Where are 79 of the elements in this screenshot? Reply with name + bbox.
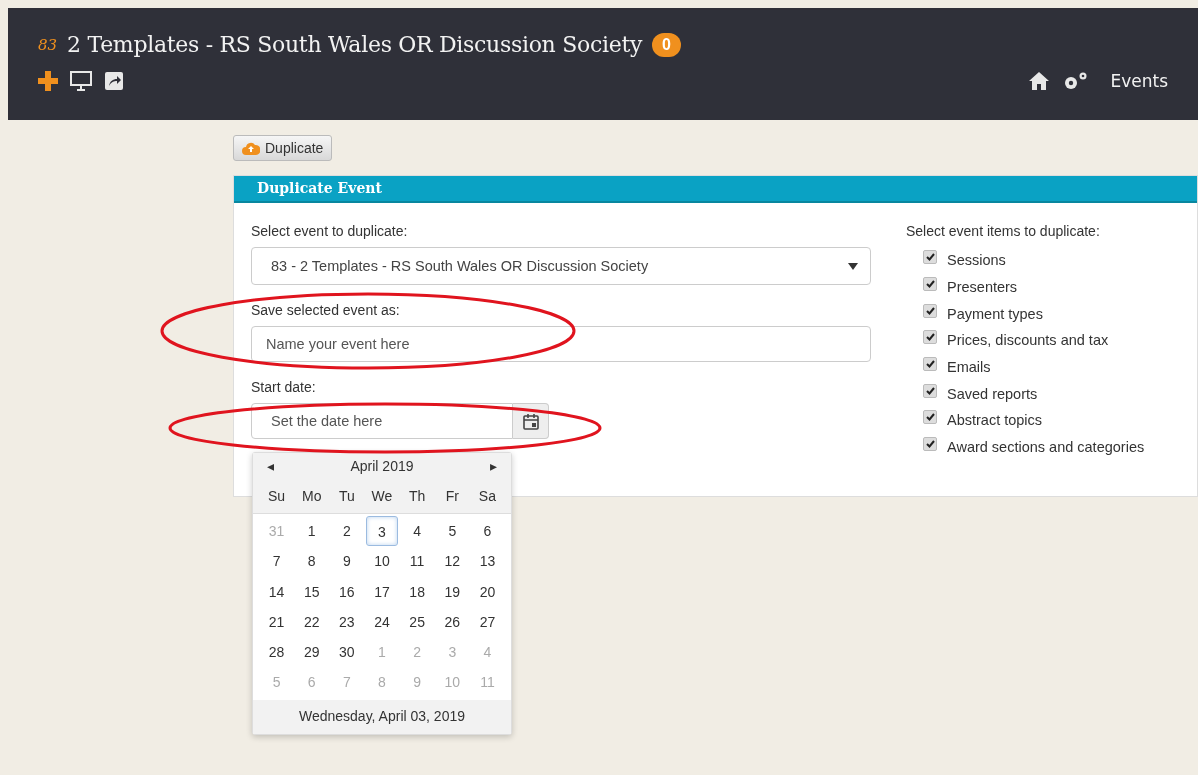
weekday-label: Fr — [444, 488, 460, 504]
calendar-day[interactable]: 11 — [401, 546, 433, 577]
calendar-day[interactable]: 28 — [261, 637, 293, 668]
weekday-label: We — [370, 488, 394, 504]
weekday-label: Sa — [477, 488, 497, 504]
weekday-label: Mo — [301, 488, 323, 504]
checkbox-label: Prices, discounts and tax — [947, 332, 1109, 349]
home-icon[interactable] — [1028, 71, 1051, 91]
event-title: 2 Templates - RS South Wales OR Discussion Society — [67, 32, 643, 57]
checkbox-label: Payment types — [947, 305, 1043, 322]
calendar-day[interactable]: 25 — [401, 606, 433, 638]
calendar-day[interactable]: 5 — [436, 516, 468, 547]
event-select[interactable]: 83 - 2 Templates - RS South Wales OR Discussion Society — [251, 247, 871, 285]
calendar-day[interactable]: 13 — [471, 546, 503, 577]
weekday-label: Su — [267, 488, 287, 504]
calendar-day[interactable]: 9 — [331, 546, 363, 577]
calendar-day[interactable]: 22 — [296, 606, 328, 638]
checkbox-label: Sessions — [947, 252, 1006, 269]
calendar-day[interactable]: 3 — [366, 516, 398, 547]
items-label: Select event items to duplicate: — [906, 223, 1101, 239]
weekday-label: Th — [407, 488, 427, 504]
calendar-button[interactable] — [513, 403, 549, 439]
field-label: Save selected event as: — [251, 302, 401, 318]
previous-month-button[interactable]: ◂ — [267, 458, 274, 474]
checkbox[interactable] — [923, 410, 937, 425]
checkbox[interactable] — [923, 303, 937, 318]
events-link[interactable]: Events — [1110, 71, 1168, 91]
calendar-day[interactable]: 29 — [296, 637, 328, 668]
calendar-day[interactable]: 12 — [436, 546, 468, 577]
calendar-day[interactable]: 20 — [471, 576, 503, 607]
calendar-day[interactable]: 4 — [401, 516, 433, 547]
checkbox-label: Emails — [947, 359, 991, 376]
weekday-label: Tu — [337, 488, 356, 504]
calendar-day[interactable]: 17 — [366, 576, 398, 607]
month-title[interactable]: April 2019 — [350, 458, 414, 474]
checkbox[interactable] — [923, 277, 937, 292]
checkbox[interactable] — [923, 250, 937, 265]
add-icon[interactable] — [38, 71, 58, 91]
checkbox-label: Award sections and categories — [947, 439, 1145, 456]
duplicate-button[interactable]: Duplicate — [233, 135, 333, 161]
checkbox-label: Saved reports — [947, 385, 1038, 402]
field-label: Select event to duplicate: — [251, 223, 409, 239]
panel-title: Duplicate Event — [257, 180, 382, 196]
calendar-icon — [522, 412, 539, 430]
calendar-day[interactable]: 7 — [261, 546, 293, 577]
calendar-day[interactable]: 19 — [436, 576, 468, 607]
calendar-day[interactable]: 6 — [471, 516, 503, 547]
calendar-day[interactable]: 1 — [296, 516, 328, 547]
checkbox[interactable] — [923, 383, 937, 398]
next-month-button[interactable]: ▸ — [490, 458, 497, 474]
calendar-day[interactable]: 30 — [331, 637, 363, 668]
calendar-day[interactable]: 26 — [436, 606, 468, 638]
caret-icon — [848, 262, 858, 270]
checkbox[interactable] — [923, 357, 937, 372]
checkbox-label: Abstract topics — [947, 412, 1043, 429]
calendar-day[interactable]: 2 — [331, 516, 363, 547]
event-number: 83 — [38, 35, 58, 54]
calendar-day[interactable]: 10 — [366, 546, 398, 577]
date-field[interactable]: Set the date here — [251, 403, 513, 439]
calendar-day[interactable]: 16 — [331, 576, 363, 607]
calendar-day[interactable]: 8 — [296, 546, 328, 577]
input-field[interactable]: Name your event here — [251, 326, 871, 362]
calendar-day[interactable]: 14 — [261, 576, 293, 607]
calendar-day[interactable]: 15 — [296, 576, 328, 607]
calendar-day[interactable]: 27 — [471, 606, 503, 638]
checkbox-label: Presenters — [947, 279, 1018, 296]
selected-date-footer[interactable]: Wednesday, April 03, 2019 — [253, 699, 511, 734]
checkbox[interactable] — [923, 330, 937, 345]
field-label: Start date: — [251, 379, 317, 395]
cloud-icon — [242, 141, 260, 155]
count-badge: 0 — [652, 32, 681, 57]
settings-icon[interactable] — [1062, 71, 1089, 91]
calendar-day[interactable]: 21 — [261, 606, 293, 638]
monitor-icon[interactable] — [70, 71, 92, 91]
checkbox[interactable] — [923, 437, 937, 452]
share-icon[interactable] — [104, 71, 124, 91]
calendar-day[interactable]: 23 — [331, 606, 363, 638]
calendar-day[interactable]: 18 — [401, 576, 433, 607]
calendar-day[interactable]: 24 — [366, 606, 398, 638]
